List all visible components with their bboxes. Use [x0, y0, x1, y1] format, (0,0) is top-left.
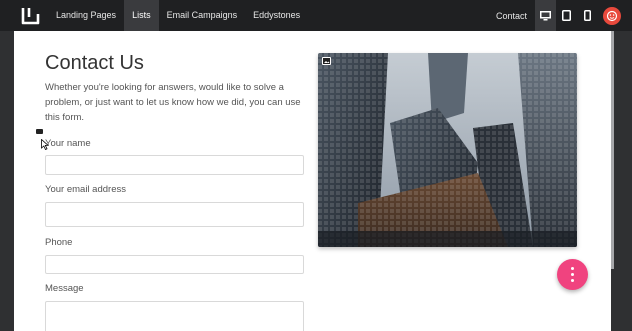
phone-label: Phone — [45, 237, 73, 248]
page-canvas: Contact Us Whether you're looking for an… — [14, 31, 611, 331]
contact-link[interactable]: Contact — [496, 11, 527, 21]
email-input[interactable] — [45, 202, 304, 227]
nav-landing-pages[interactable]: Landing Pages — [48, 0, 124, 31]
more-dots-icon-2 — [571, 273, 574, 276]
tablet-view-button[interactable] — [556, 0, 577, 31]
main-nav: Landing Pages Lists Email Campaigns Eddy… — [48, 0, 308, 31]
avatar-icon[interactable] — [603, 6, 621, 25]
more-options-button[interactable] — [557, 259, 588, 290]
drag-handle[interactable] — [36, 129, 43, 134]
page-title[interactable]: Contact Us — [45, 52, 144, 75]
skyscrapers-photo — [318, 53, 577, 247]
more-dots-icon — [571, 267, 574, 270]
page-description[interactable]: Whether you're looking for answers, woul… — [45, 80, 307, 125]
message-input[interactable] — [45, 301, 304, 331]
avatar-face-icon — [606, 10, 618, 21]
desktop-view-button[interactable] — [535, 0, 556, 31]
mobile-icon — [584, 10, 591, 21]
logo-icon[interactable] — [20, 6, 42, 26]
email-label: Your email address — [45, 184, 126, 195]
nav-eddystones[interactable]: Eddystones — [245, 0, 308, 31]
hero-image[interactable] — [318, 53, 577, 247]
top-bar: Landing Pages Lists Email Campaigns Eddy… — [0, 0, 632, 31]
message-label: Message — [45, 283, 84, 294]
scrollbar[interactable] — [611, 31, 614, 269]
desktop-icon — [540, 10, 551, 20]
name-input[interactable] — [45, 155, 304, 175]
image-settings-icon[interactable] — [322, 57, 331, 65]
right-nav: Contact — [496, 0, 632, 31]
more-dots-icon-3 — [571, 279, 574, 282]
name-label: Your name — [45, 138, 91, 149]
nav-email-campaigns[interactable]: Email Campaigns — [159, 0, 246, 31]
phone-input[interactable] — [45, 255, 304, 274]
mobile-view-button[interactable] — [577, 0, 598, 31]
nav-lists[interactable]: Lists — [124, 0, 159, 31]
tablet-icon — [562, 10, 571, 21]
